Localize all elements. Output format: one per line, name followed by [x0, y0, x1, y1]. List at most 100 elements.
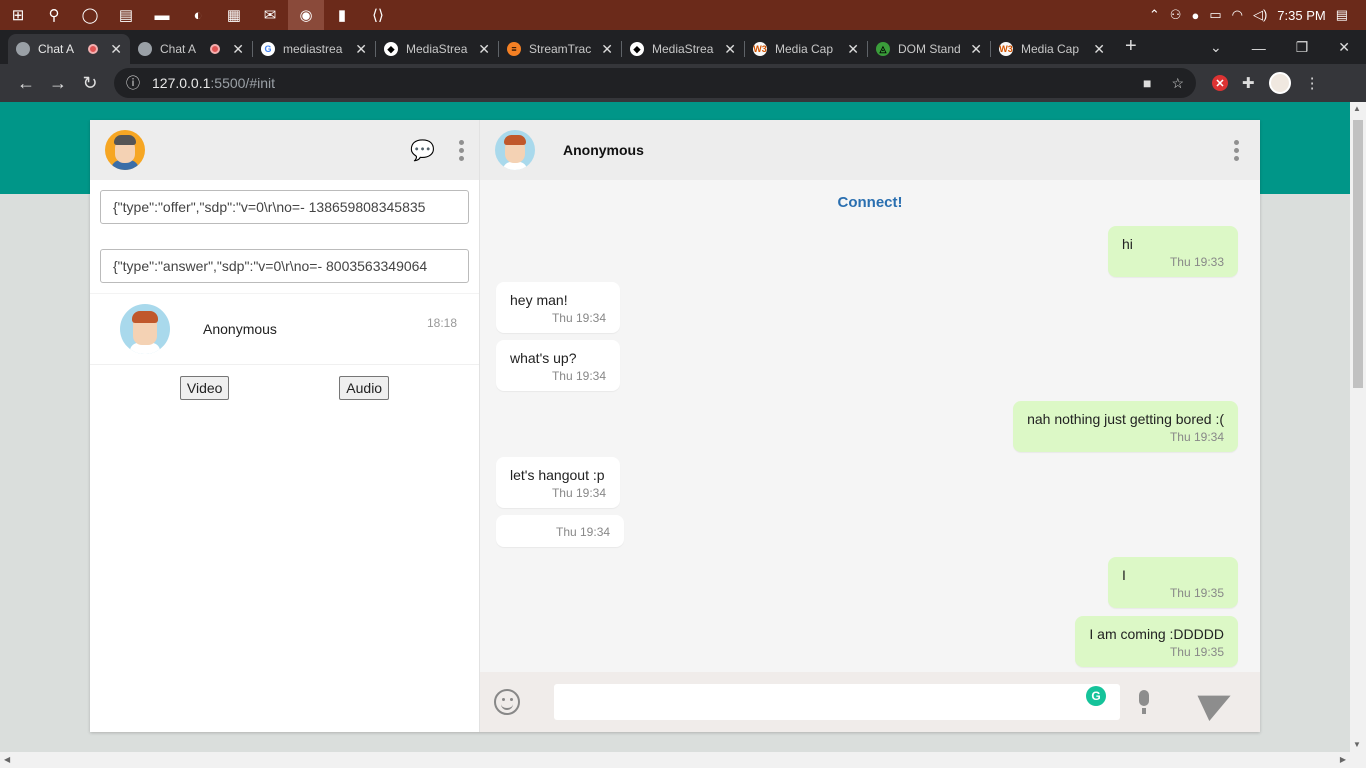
vscode-icon[interactable]: ⟨⟩	[360, 0, 396, 30]
start-icon[interactable]: ⊞	[0, 0, 36, 30]
restore-icon[interactable]: ❐	[1296, 39, 1309, 56]
browser-tab[interactable]: W3 Media Cap ✕	[991, 34, 1113, 64]
meet-now-icon[interactable]: ⚇	[1170, 7, 1182, 23]
tab-title: Chat A	[38, 42, 75, 56]
browser-tab[interactable]: Chat A ✕	[130, 34, 252, 64]
emoji-icon[interactable]	[494, 689, 520, 715]
my-avatar[interactable]	[105, 130, 145, 170]
minimize-icon[interactable]: —	[1252, 40, 1266, 56]
site-info-icon[interactable]: ⓘ	[126, 73, 140, 93]
chat-header: Anonymous	[480, 120, 1260, 180]
page-viewport: 💬 {"type":"offer","sdp":"v=0\r\no=- 1386…	[0, 102, 1366, 752]
chrome-icon[interactable]: ◉	[288, 0, 324, 30]
adblock-extension-icon[interactable]: ✕	[1212, 75, 1228, 91]
edge-icon[interactable]: ◐	[180, 0, 216, 30]
volume-icon[interactable]: ◁)	[1253, 7, 1267, 23]
task-view-icon[interactable]: ▤	[108, 0, 144, 30]
close-window-icon[interactable]: ✕	[1338, 39, 1350, 56]
tab-search-icon[interactable]: ⌄	[1210, 39, 1222, 56]
W3-favicon-icon: W3	[999, 42, 1013, 56]
notepad-icon[interactable]: ▮	[324, 0, 360, 30]
close-tab-icon[interactable]: ✕	[970, 41, 982, 58]
search-icon[interactable]: ⚲	[36, 0, 72, 30]
connect-link[interactable]: Connect!	[480, 194, 1260, 211]
contact-time: 18:18	[426, 316, 457, 330]
mdn-favicon-icon: ◆	[384, 42, 398, 56]
browser-tab[interactable]: Gmediastrea ✕	[253, 34, 375, 64]
incoming-message: Thu 19:34	[496, 515, 625, 547]
cortana-icon[interactable]: ◯	[72, 0, 108, 30]
tab-title: MediaStrea	[406, 42, 468, 56]
system-tray: ⌃ ⚇ ● ▭ ◠ ◁) 7:35 PM ▤	[1149, 7, 1366, 23]
reload-icon[interactable]: ↻	[74, 73, 106, 94]
browser-tab[interactable]: W3 Media Cap ✕	[745, 34, 867, 64]
chat-app: 💬 {"type":"offer","sdp":"v=0\r\no=- 1386…	[90, 120, 1260, 732]
sidebar-menu-icon[interactable]	[459, 139, 464, 161]
browser-tab[interactable]: ◆ MediaStrea ✕	[622, 34, 744, 64]
bookmark-star-icon[interactable]: ☆	[1171, 75, 1184, 92]
message-time: Thu 19:34	[551, 311, 606, 325]
microphone-icon[interactable]: ●	[1191, 8, 1199, 23]
audio-call-button[interactable]: Audio	[339, 376, 390, 400]
chat-menu-icon[interactable]	[1234, 139, 1239, 161]
extensions-icon[interactable]: ✚	[1242, 74, 1255, 92]
message-text: nah nothing just getting bored :(	[1027, 411, 1224, 427]
close-tab-icon[interactable]: ✕	[724, 41, 736, 58]
address-bar[interactable]: ⓘ 127.0.0.1:5500/#init ■ ☆	[114, 68, 1196, 98]
chat-contact-avatar[interactable]	[495, 130, 535, 170]
microphone-icon[interactable]	[1136, 690, 1150, 714]
forward-icon[interactable]: →	[42, 73, 74, 94]
tab-title: StreamTrac	[529, 42, 592, 56]
horizontal-scrollbar[interactable]: ◀ ▶	[0, 752, 1366, 768]
mail-icon[interactable]: ✉	[252, 0, 288, 30]
G-favicon-icon: G	[261, 42, 275, 56]
close-tab-icon[interactable]: ✕	[110, 41, 122, 58]
tab-title: MediaStrea	[652, 42, 714, 56]
grammarly-icon[interactable]: G	[1086, 686, 1106, 706]
chat-bubbles-icon[interactable]: 💬	[410, 138, 435, 163]
windows-taskbar: ⊞ ⚲ ◯ ▤ ▬ ◐ ▦ ✉ ◉ ▮ ⟨⟩ ⌃ ⚇ ● ▭ ◠ ◁) 7:35…	[0, 0, 1366, 30]
profile-avatar[interactable]	[1268, 72, 1291, 94]
close-tab-icon[interactable]: ✕	[478, 41, 490, 58]
browser-tab[interactable]: ◬ DOM Stand ✕	[868, 34, 990, 64]
file-explorer-icon[interactable]: ▬	[144, 0, 180, 30]
browser-tab-strip: Chat A ✕ Chat A ✕ Gmediastrea ✕ ◆ MediaStrea ✕ ≡ S…	[0, 30, 1366, 64]
offer-sdp-field[interactable]: {"type":"offer","sdp":"v=0\r\no=- 138659…	[100, 190, 469, 224]
message-composer: G	[480, 672, 1260, 732]
video-call-button[interactable]: Video	[179, 376, 230, 400]
battery-icon[interactable]: ▭	[1209, 7, 1221, 23]
close-tab-icon[interactable]: ✕	[1093, 41, 1105, 58]
new-tab-icon[interactable]: +	[1125, 35, 1137, 58]
chevron-up-icon[interactable]: ⌃	[1149, 7, 1160, 23]
notifications-icon[interactable]: ▤	[1336, 7, 1348, 23]
message-time: Thu 19:35	[1169, 645, 1224, 659]
browser-toolbar: ← → ↻ ⓘ 127.0.0.1:5500/#init ■ ☆ ✕ ✚ ⋮	[0, 64, 1366, 102]
message-time: Thu 19:34	[551, 486, 606, 500]
incoming-message: what's up? Thu 19:34	[496, 340, 620, 391]
chat-pane: Anonymous Connect! hi Thu 19:33 hey man! Th…	[480, 120, 1260, 732]
store-icon[interactable]: ▦	[216, 0, 252, 30]
outgoing-message: hi Thu 19:33	[1107, 226, 1238, 277]
close-tab-icon[interactable]: ✕	[847, 41, 859, 58]
message-input[interactable]: G	[554, 684, 1120, 720]
browser-tab[interactable]: ◆ MediaStrea ✕	[376, 34, 498, 64]
camera-icon[interactable]: ■	[1143, 75, 1151, 92]
wifi-icon[interactable]: ◠	[1232, 7, 1243, 23]
vertical-scrollbar[interactable]: ▲ ▼	[1350, 102, 1366, 752]
menu-icon[interactable]: ⋮	[1305, 74, 1320, 92]
contact-list-item[interactable]: Anonymous 18:18	[90, 293, 479, 365]
close-tab-icon[interactable]: ✕	[601, 41, 613, 58]
message-time: Thu 19:34	[551, 369, 606, 383]
tab-title: DOM Stand	[898, 42, 961, 56]
answer-sdp-field[interactable]: {"type":"answer","sdp":"v=0\r\no=- 80035…	[100, 249, 469, 283]
browser-tab[interactable]: ≡ StreamTrac ✕	[499, 34, 621, 64]
sidebar: 💬 {"type":"offer","sdp":"v=0\r\no=- 1386…	[90, 120, 480, 732]
close-tab-icon[interactable]: ✕	[355, 41, 367, 58]
clock[interactable]: 7:35 PM	[1277, 8, 1325, 23]
send-icon[interactable]	[1197, 682, 1237, 722]
outgoing-message: I Thu 19:35	[1107, 557, 1238, 608]
close-tab-icon[interactable]: ✕	[232, 41, 244, 58]
incoming-message: let's hangout :p Thu 19:34	[496, 457, 620, 508]
back-icon[interactable]: ←	[10, 73, 42, 94]
browser-tab[interactable]: Chat A ✕	[8, 34, 130, 64]
